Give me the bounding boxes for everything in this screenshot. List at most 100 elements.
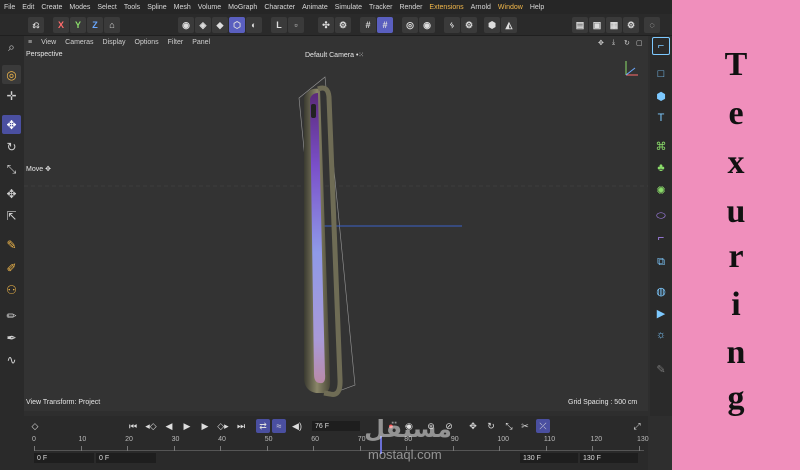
spline-smooth-icon[interactable]: ⚇ [2, 280, 21, 299]
menu-extensions[interactable]: Extensions [429, 4, 463, 11]
viewport-rotate-icon[interactable]: ↻ [624, 39, 630, 47]
cube-icon[interactable]: ⬢ [652, 87, 670, 105]
end-frame-left-field[interactable]: 130 F [520, 453, 578, 463]
start-frame-left-field[interactable]: 0 F [34, 453, 94, 463]
viewport-perspective[interactable]: Perspective Default Camera •⁙ Move ✥ Vie… [24, 49, 648, 411]
menu-mograph[interactable]: MoGraph [228, 4, 257, 11]
selection-tool-icon[interactable]: ✛ [2, 86, 21, 105]
axis-mode-icon[interactable]: L [271, 17, 287, 33]
bend-icon[interactable]: ⌐ [652, 229, 670, 247]
viewport-menu-options[interactable]: Options [135, 39, 159, 46]
soft-selection-icon[interactable]: ▫ [288, 17, 304, 33]
move-tool-icon[interactable]: ✥ [2, 115, 21, 134]
key-move-icon[interactable]: ✥ [466, 419, 480, 433]
key-param-icon[interactable]: ✂ [518, 419, 532, 433]
viewport-menu-panel[interactable]: Panel [192, 39, 210, 46]
axis-z-lock[interactable]: Z [87, 17, 103, 33]
viewport-menu-cameras[interactable]: Cameras [65, 39, 93, 46]
menu-animate[interactable]: Animate [302, 4, 328, 11]
viewport-pan-icon[interactable]: ✥ [598, 39, 604, 47]
render-picture-viewer-icon[interactable]: ▣ [589, 17, 605, 33]
current-frame-field[interactable]: 76 F [312, 421, 360, 431]
viewport-menu-filter[interactable]: Filter [168, 39, 184, 46]
symmetry-icon[interactable]: ᛃ [444, 17, 460, 33]
sound-icon[interactable]: ◀) [290, 419, 304, 433]
menu-tracker[interactable]: Tracker [369, 4, 392, 11]
axis-y-lock[interactable]: Y [70, 17, 86, 33]
deformer-icon[interactable]: ⬭ [652, 207, 670, 225]
coordinate-system-icon[interactable]: ⌂ [104, 17, 120, 33]
environment-icon[interactable]: ◍ [652, 282, 670, 300]
menu-mesh[interactable]: Mesh [174, 4, 191, 11]
start-frame-right-field[interactable]: 0 F [96, 453, 156, 463]
fps-icon[interactable]: ≈ [272, 419, 286, 433]
camera-label[interactable]: Default Camera •⁙ [305, 51, 364, 59]
menu-edit[interactable]: Edit [22, 4, 34, 11]
menu-character[interactable]: Character [264, 4, 295, 11]
menu-volume[interactable]: Volume [198, 4, 221, 11]
brush-icon[interactable]: ✏ [2, 306, 21, 325]
field-icon[interactable]: ⧉ [652, 253, 670, 271]
layout-toggle-icon[interactable]: ◌ [644, 17, 660, 33]
snap-settings-icon[interactable]: ⚙ [335, 17, 351, 33]
plane-icon[interactable]: □ [652, 65, 670, 83]
render-settings-icon[interactable]: ▦ [606, 17, 622, 33]
knife-icon[interactable]: ✒ [2, 328, 21, 347]
menu-create[interactable]: Create [41, 4, 62, 11]
light-icon[interactable]: ☼ [652, 326, 670, 344]
brush-gear-icon[interactable]: ⚙ [461, 17, 477, 33]
viewport-hamburger-icon[interactable]: ≡ [28, 39, 32, 46]
next-key-icon[interactable]: ◇▸ [216, 419, 230, 433]
live-selection-icon[interactable]: ◎ [2, 65, 21, 84]
timeline-ruler[interactable]: 0 10 20 30 40 50 60 70 80 90 100 110 120 130 [32, 436, 649, 454]
menu-render[interactable]: Render [399, 4, 422, 11]
key-scale-icon[interactable]: ⤡ [502, 419, 516, 433]
menu-arnold[interactable]: Arnold [471, 4, 491, 11]
record-target-icon[interactable]: ◉ [419, 17, 435, 33]
spline-draw-icon[interactable]: ⌐ [652, 37, 670, 55]
grid-snap-icon[interactable]: # [360, 17, 376, 33]
magnet-icon[interactable]: ∿ [2, 350, 21, 369]
axis-x-lock[interactable]: X [53, 17, 69, 33]
zoom-search-icon[interactable]: ⌕ [2, 38, 21, 57]
transform-tool-icon[interactable]: ✥ [2, 184, 21, 203]
camera-icon[interactable]: ▶ [652, 304, 670, 322]
timeline-expand-icon[interactable]: ⤢ [630, 419, 644, 433]
previous-frame-icon[interactable]: ◀ [162, 419, 176, 433]
texture-mode-icon[interactable]: ◐ [246, 17, 262, 33]
viewport-menu-display[interactable]: Display [103, 39, 126, 46]
workplane-icon[interactable]: ◎ [402, 17, 418, 33]
sketch-tool-icon[interactable]: ✐ [2, 258, 21, 277]
edges-mode-icon[interactable]: ◈ [195, 17, 211, 33]
go-to-start-icon[interactable]: ⏮ [126, 419, 140, 433]
key-rotate-icon[interactable]: ↻ [484, 419, 498, 433]
scale-tool-icon[interactable]: ⤡ [2, 160, 21, 179]
menu-file[interactable]: File [4, 4, 15, 11]
next-frame-icon[interactable]: ▶ [198, 419, 212, 433]
cloner-icon[interactable]: ⌘ [652, 137, 670, 155]
keyframe-diamond-icon[interactable]: ◇ [28, 419, 42, 433]
pivot-icon[interactable]: ✣ [318, 17, 334, 33]
viewport-layout-icon[interactable]: ▢ [636, 39, 643, 47]
menu-window[interactable]: Window [498, 4, 523, 11]
key-pla-icon[interactable]: ⤫ [536, 419, 550, 433]
render-view-icon[interactable]: ▤ [572, 17, 588, 33]
menu-select[interactable]: Select [97, 4, 116, 11]
fracture-icon[interactable]: ♣ [652, 159, 670, 177]
spline-pen-icon[interactable]: ✎ [2, 235, 21, 254]
placement-tool-icon[interactable]: ⇱ [2, 206, 21, 225]
previous-key-icon[interactable]: ◂◇ [144, 419, 158, 433]
interactive-render-icon[interactable]: ⚙ [623, 17, 639, 33]
loop-icon[interactable]: ⇄ [256, 419, 270, 433]
menu-simulate[interactable]: Simulate [335, 4, 362, 11]
effector-icon[interactable]: ✺ [652, 181, 670, 199]
rotate-tool-icon[interactable]: ↻ [2, 137, 21, 156]
model-mode-icon[interactable]: ⬡ [229, 17, 245, 33]
undo-icon[interactable]: ⎌ [28, 17, 44, 33]
polygons-mode-icon[interactable]: ◆ [212, 17, 228, 33]
menu-spline[interactable]: Spline [147, 4, 166, 11]
points-mode-icon[interactable]: ◉ [178, 17, 194, 33]
viewport-zoom-icon[interactable]: ⤓ [612, 39, 615, 47]
menu-help[interactable]: Help [530, 4, 544, 11]
object-cube-icon[interactable]: ⬢ [484, 17, 500, 33]
